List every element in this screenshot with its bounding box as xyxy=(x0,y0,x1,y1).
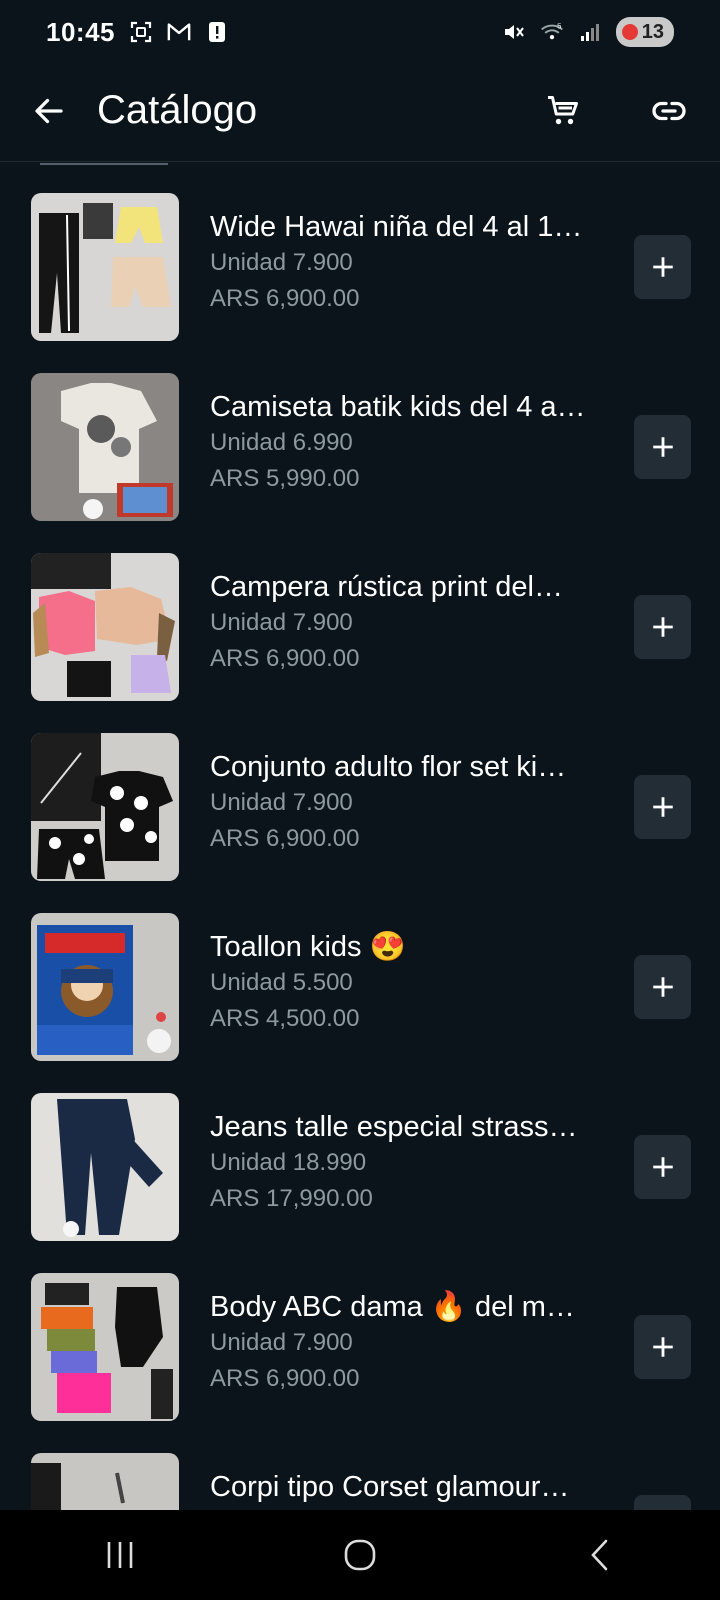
home-button[interactable] xyxy=(320,1525,400,1585)
alert-icon xyxy=(205,20,229,44)
product-thumbnail[interactable] xyxy=(31,193,179,341)
back-button[interactable] xyxy=(24,86,74,136)
product-thumbnail[interactable] xyxy=(31,1273,179,1421)
product-name: Campera rústica print del… xyxy=(210,571,563,603)
product-price: ARS 6,900.00 xyxy=(210,645,360,672)
app-bar: Catálogo xyxy=(0,64,720,162)
product-unit-price: Unidad 18.990 xyxy=(210,1149,367,1176)
product-name: Jeans talle especial strass… xyxy=(210,1111,578,1143)
plus-icon xyxy=(652,797,673,817)
list-item[interactable]: Body ABC dama 🔥 del m… Unidad 7.900 ARS … xyxy=(0,1273,720,1453)
add-to-cart-button[interactable] xyxy=(634,955,691,1019)
product-thumbnail[interactable] xyxy=(31,733,179,881)
plus-icon xyxy=(652,617,673,637)
product-price: ARS 17,990.00 xyxy=(210,1185,373,1212)
plus-icon xyxy=(652,977,673,997)
back-nav-button[interactable] xyxy=(560,1525,640,1585)
product-name: Conjunto adulto flor set ki… xyxy=(210,751,567,783)
cart-icon xyxy=(548,96,578,125)
product-unit-price: Unidad 7.900 xyxy=(210,609,353,636)
page-title: Catálogo xyxy=(97,88,258,132)
svg-text:5: 5 xyxy=(557,22,561,31)
battery-low-icon xyxy=(621,24,638,40)
list-item[interactable]: Camiseta batik kids del 4 a… Unidad 6.99… xyxy=(0,373,720,553)
gmail-icon xyxy=(167,20,191,44)
product-price: ARS 6,900.00 xyxy=(210,285,360,312)
product-thumbnail[interactable] xyxy=(31,1093,179,1241)
product-name: Toallon kids 😍 xyxy=(210,931,406,963)
home-icon xyxy=(344,1539,376,1571)
product-list[interactable]: Wide Hawai niña del 4 al 1… Unidad 7.900… xyxy=(0,163,720,1510)
plus-icon xyxy=(652,437,673,457)
add-to-cart-button[interactable] xyxy=(634,1495,691,1510)
add-to-cart-button[interactable] xyxy=(634,595,691,659)
list-item[interactable]: Conjunto adulto flor set ki… Unidad 7.90… xyxy=(0,733,720,913)
list-item[interactable]: Toallon kids 😍 Unidad 5.500 ARS 4,500.00 xyxy=(0,913,720,1093)
mute-icon xyxy=(502,20,526,44)
product-price: ARS 5,990.00 xyxy=(210,465,360,492)
list-item[interactable]: Wide Hawai niña del 4 al 1… Unidad 7.900… xyxy=(0,193,720,373)
link-icon xyxy=(652,101,686,121)
status-time: 10:45 xyxy=(46,16,115,47)
list-item[interactable]: Campera rústica print del… Unidad 7.900 … xyxy=(0,553,720,733)
cart-button[interactable] xyxy=(538,86,588,136)
product-thumbnail[interactable] xyxy=(31,913,179,1061)
back-nav-icon xyxy=(591,1539,608,1571)
list-item[interactable]: Jeans talle especial strass… Unidad 18.9… xyxy=(0,1093,720,1273)
product-price: ARS 4,500.00 xyxy=(210,1005,360,1032)
recents-button[interactable] xyxy=(80,1525,160,1585)
product-name: Camiseta batik kids del 4 a… xyxy=(210,391,586,423)
plus-icon xyxy=(652,257,673,277)
previous-item-peek xyxy=(40,163,168,165)
product-name: Corpi tipo Corset glamour… xyxy=(210,1471,570,1503)
add-to-cart-button[interactable] xyxy=(634,775,691,839)
product-unit-price: Unidad 7.900 xyxy=(210,249,353,276)
product-name: Wide Hawai niña del 4 al 1… xyxy=(210,211,583,243)
add-to-cart-button[interactable] xyxy=(634,1315,691,1379)
battery-indicator: 13 xyxy=(615,17,674,47)
product-unit-price: Unidad 7.900 xyxy=(210,1329,353,1356)
product-name: Body ABC dama 🔥 del m… xyxy=(210,1291,575,1323)
system-navigation-bar xyxy=(0,1510,720,1600)
product-thumbnail[interactable] xyxy=(31,373,179,521)
add-to-cart-button[interactable] xyxy=(634,235,691,299)
add-to-cart-button[interactable] xyxy=(634,415,691,479)
recents-icon xyxy=(107,1542,133,1568)
product-unit-price: Unidad 6.990 xyxy=(210,429,353,456)
product-thumbnail[interactable] xyxy=(31,553,179,701)
product-price: ARS 6,900.00 xyxy=(210,825,360,852)
list-item[interactable]: Corpi tipo Corset glamour… xyxy=(0,1453,720,1510)
share-link-button[interactable] xyxy=(644,86,694,136)
screenshot-icon xyxy=(129,20,153,44)
product-unit-price: Unidad 5.500 xyxy=(210,969,353,996)
status-bar: 10:45 5 13 xyxy=(0,0,720,64)
product-thumbnail[interactable] xyxy=(31,1453,179,1510)
product-unit-price: Unidad 7.900 xyxy=(210,789,353,816)
plus-icon xyxy=(652,1337,673,1357)
signal-icon xyxy=(578,20,602,44)
product-price: ARS 6,900.00 xyxy=(210,1365,360,1392)
arrow-left-icon xyxy=(35,98,63,124)
wifi-icon: 5 xyxy=(540,20,564,44)
add-to-cart-button[interactable] xyxy=(634,1135,691,1199)
plus-icon xyxy=(652,1157,673,1177)
battery-level: 13 xyxy=(641,20,664,43)
